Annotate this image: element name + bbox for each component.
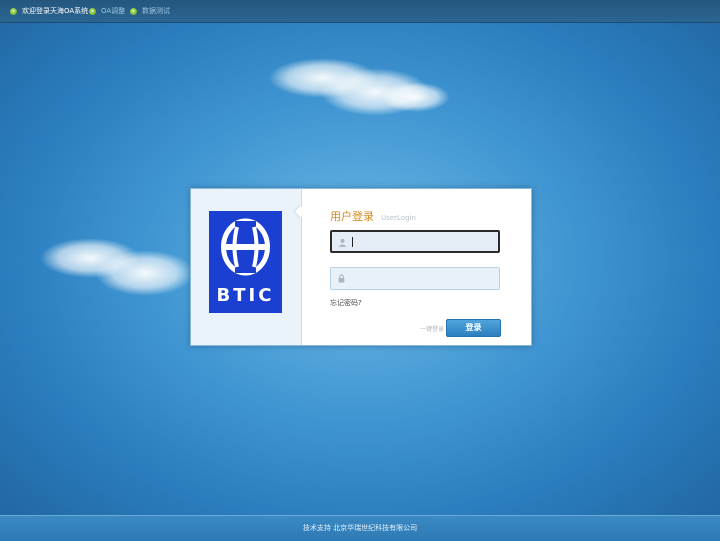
- logo-text: BTIC: [216, 285, 275, 306]
- footer-text: 技术支持 北京华瑞世纪科技有限公司: [302, 524, 418, 532]
- user-icon: [338, 238, 347, 247]
- login-title-cn: 用户登录: [330, 210, 374, 223]
- login-button[interactable]: 登录: [446, 319, 501, 337]
- logo-panel: BTIC: [191, 189, 302, 345]
- topbar-item-welcome: 欢迎登录天海OA系统: [10, 0, 88, 22]
- one-key-login-link[interactable]: 一键登录: [420, 324, 444, 333]
- play-bullet-icon: [89, 7, 96, 15]
- login-title: 用户登录 UserLogin: [330, 205, 416, 224]
- topbar-welcome-text: 欢迎登录天海OA系统: [22, 7, 89, 15]
- btic-emblem-icon: [221, 218, 270, 276]
- play-bullet-icon: [10, 7, 17, 15]
- lock-icon: [338, 274, 345, 283]
- topbar-data-test-link[interactable]: 数据测试: [142, 6, 170, 16]
- topbar-item-data-test[interactable]: 数据测试: [130, 0, 170, 22]
- username-field[interactable]: [330, 230, 500, 253]
- password-input[interactable]: [353, 270, 497, 288]
- footer: 技术支持 北京华瑞世纪科技有限公司: [0, 515, 720, 541]
- top-bar: 欢迎登录天海OA系统 OA调整 数据测试: [0, 0, 720, 23]
- login-panel: BTIC 用户登录 UserLogin 忘记密码? 一键登录 登录: [190, 188, 532, 346]
- login-title-en: UserLogin: [381, 214, 416, 222]
- btic-logo: BTIC: [209, 211, 282, 313]
- topbar-oa-adjust-link[interactable]: OA调整: [101, 6, 125, 16]
- forgot-password-link[interactable]: 忘记密码?: [330, 298, 362, 308]
- username-input[interactable]: [354, 234, 498, 252]
- text-caret: [352, 237, 353, 247]
- password-field[interactable]: [330, 267, 500, 290]
- play-bullet-icon: [130, 7, 137, 15]
- topbar-item-oa-adjust[interactable]: OA调整: [89, 0, 125, 22]
